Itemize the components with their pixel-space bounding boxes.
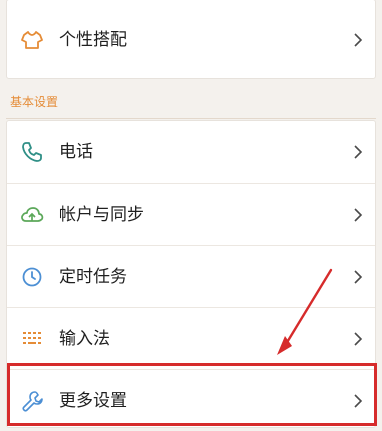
- clock-icon: [19, 264, 45, 290]
- settings-item-account-sync[interactable]: 帐户与同步: [7, 183, 375, 245]
- settings-item-phone[interactable]: 电话: [7, 121, 375, 183]
- wrench-icon: [19, 388, 45, 414]
- settings-item-label: 更多设置: [59, 390, 127, 411]
- settings-item-more-settings[interactable]: 更多设置: [7, 369, 375, 431]
- chevron-right-icon: [351, 268, 365, 286]
- section-header-basic-settings: 基本设置: [10, 95, 59, 109]
- keyboard-grid-icon: [19, 326, 45, 352]
- settings-item-personalization[interactable]: 个性搭配: [7, 0, 375, 80]
- settings-item-label: 定时任务: [59, 266, 127, 287]
- chevron-right-icon: [351, 330, 365, 348]
- section-divider: [6, 118, 376, 119]
- settings-item-input-method[interactable]: 输入法: [7, 307, 375, 369]
- settings-item-label: 帐户与同步: [59, 204, 144, 225]
- shirt-icon: [19, 27, 45, 53]
- settings-item-label: 电话: [59, 142, 93, 162]
- settings-item-scheduled-tasks[interactable]: 定时任务: [7, 245, 375, 307]
- phone-icon: [19, 139, 45, 165]
- settings-item-label: 个性搭配: [59, 30, 127, 50]
- settings-screen: 设置 个性搭配 基本设置 电话: [0, 0, 382, 428]
- basic-settings-group: 电话 帐户与同步 定时任务 输入法 更多设置: [6, 120, 376, 428]
- chevron-right-icon: [351, 392, 365, 410]
- cloud-sync-icon: [19, 202, 45, 228]
- chevron-right-icon: [351, 206, 365, 224]
- chevron-right-icon: [351, 143, 365, 161]
- chevron-right-icon: [351, 31, 365, 49]
- settings-item-label: 输入法: [59, 328, 110, 349]
- top-settings-group: 个性搭配: [6, 0, 376, 79]
